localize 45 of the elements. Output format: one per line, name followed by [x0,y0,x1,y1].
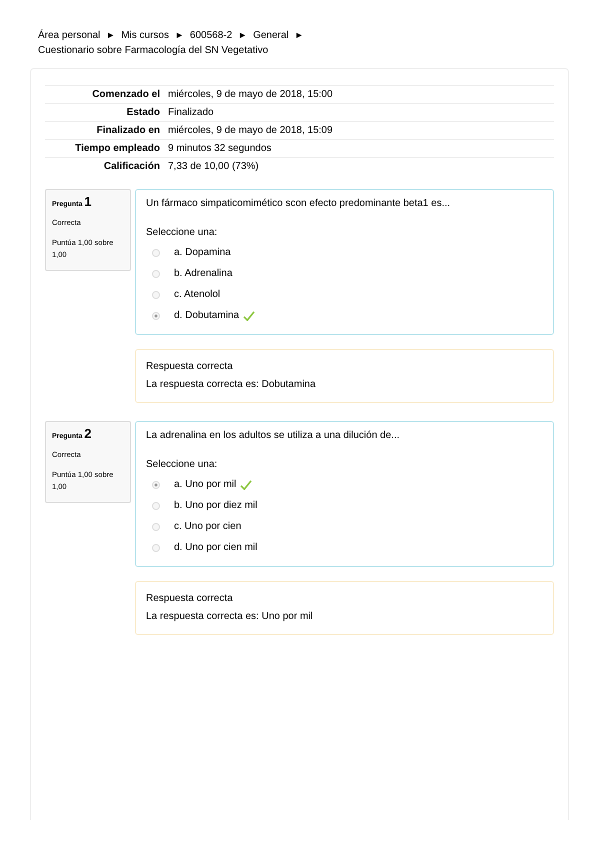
summary-label: Calificación [45,158,168,175]
question-number: 2 [84,426,92,441]
summary-value: 7,33 de 10,00 (73%) [168,158,554,175]
breadcrumb-link[interactable]: Mis cursos [121,28,169,43]
summary-label: Estado [45,104,168,122]
summary-label: Comenzado el [45,86,168,104]
radio-button[interactable] [152,480,160,488]
radio-button[interactable] [152,522,160,530]
option-label: c. Atenolol [174,289,220,300]
summary-value: 9 minutos 32 segundos [168,140,554,158]
breadcrumb-separator: ► [238,29,248,42]
answer-prompt: Seleccione una: [146,459,218,470]
breadcrumb-link[interactable]: Área personal [38,28,100,43]
option-label: c. Uno por cien [174,521,242,532]
option-label: a. Uno por mil [174,479,236,490]
radio-button[interactable] [152,312,160,320]
radio-button[interactable] [152,248,160,256]
breadcrumb-link[interactable]: General [253,28,289,43]
radio-button[interactable] [152,502,160,510]
radio-button[interactable] [152,270,160,278]
question-text: Un fármaco simpaticomimético scon efecto predominante beta1 es... [146,198,452,209]
radio-button[interactable] [152,544,160,552]
question-number: 1 [84,194,92,209]
option-label: d. Uno por cien mil [174,542,258,553]
breadcrumb-link[interactable]: Cuestionario sobre Farmacología del SN Vegetativo [38,43,268,58]
summary-value: Finalizado [168,104,554,122]
breadcrumb-separator: ► [174,29,184,42]
question-text: La adrenalina en los adultos se utiliza a una dilución de... [146,430,401,441]
summary-label: Tiempo empleado [45,140,168,158]
answer-prompt: Seleccione una: [146,227,218,238]
summary-value: miércoles, 9 de mayo de 2018, 15:09 [168,122,554,140]
breadcrumb-link[interactable]: 600568-2 [190,28,232,43]
breadcrumb-separator: ► [294,29,304,42]
summary-label: Finalizado en [45,122,168,140]
feedback-text: La respuesta correcta es: Dobutamina [146,378,317,392]
feedback-title: Respuesta correcta [146,592,234,606]
option-label: d. Dobutamina [174,310,240,321]
summary-value: miércoles, 9 de mayo de 2018, 15:00 [168,86,554,104]
feedback-title: Respuesta correcta [146,360,234,374]
feedback-text: La respuesta correcta es: Uno por mil [146,610,314,624]
option-label: b. Uno por diez mil [174,500,258,511]
breadcrumb-separator: ► [106,29,116,42]
option-label: a. Dopamina [174,247,231,258]
radio-button[interactable] [152,290,160,298]
option-label: b. Adrenalina [174,268,232,279]
